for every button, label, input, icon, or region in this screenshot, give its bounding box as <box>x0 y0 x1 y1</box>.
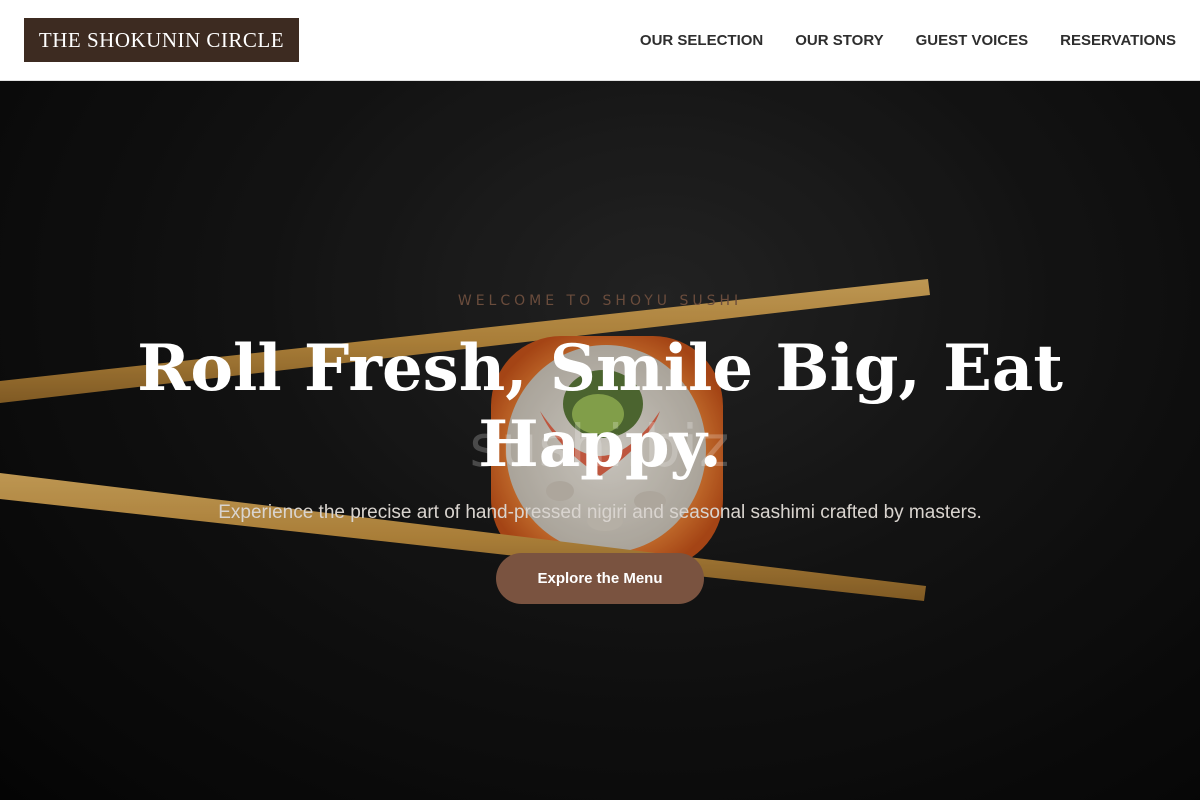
explore-menu-button[interactable]: Explore the Menu <box>496 553 704 604</box>
hero-headline: Roll Fresh, Smile Big, Eat Happy. <box>137 331 1063 482</box>
hero-section: sushi.biz WELCOME TO SHOYU SUSHI Roll Fr… <box>0 81 1200 800</box>
nav-reservations[interactable]: RESERVATIONS <box>1060 32 1176 49</box>
main-nav: OUR SELECTION OUR STORY GUEST VOICES RES… <box>640 0 1176 80</box>
nav-our-story[interactable]: OUR STORY <box>795 32 883 49</box>
site-header: THE SHOKUNIN CIRCLE OUR SELECTION OUR ST… <box>0 0 1200 81</box>
nav-guest-voices[interactable]: GUEST VOICES <box>916 32 1029 49</box>
site-logo[interactable]: THE SHOKUNIN CIRCLE <box>24 18 299 62</box>
nav-our-selection[interactable]: OUR SELECTION <box>640 32 763 49</box>
hero-subtitle: Experience the precise art of hand-press… <box>218 502 982 523</box>
hero-eyebrow: WELCOME TO SHOYU SUSHI <box>457 293 743 309</box>
